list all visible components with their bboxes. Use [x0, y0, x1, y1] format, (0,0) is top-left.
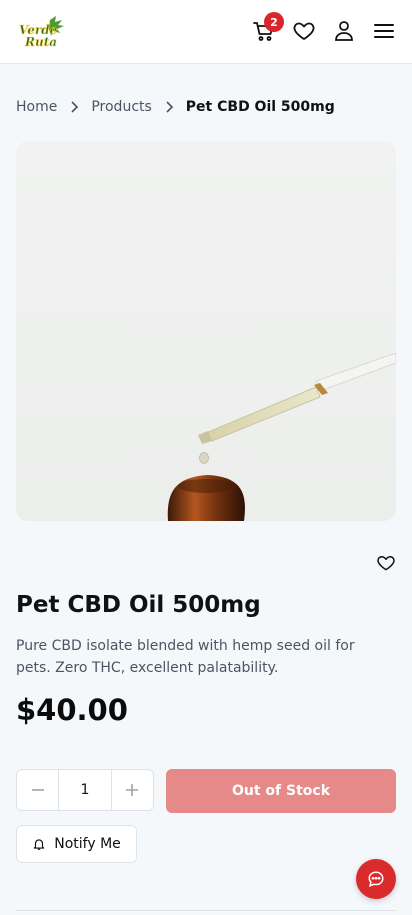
chat-button[interactable] [356, 859, 396, 899]
product-title: Pet CBD Oil 500mg [16, 592, 261, 618]
breadcrumb-products[interactable]: Products [91, 99, 151, 115]
site-header: Verde Ruta 2 [0, 0, 412, 64]
notify-me-label: Notify Me [54, 836, 121, 852]
menu-icon [374, 24, 394, 38]
quantity-value[interactable]: 1 [58, 770, 112, 810]
chevron-right-icon [164, 101, 174, 113]
notify-me-button[interactable]: Notify Me [16, 825, 137, 863]
section-divider [16, 910, 396, 911]
favorite-button[interactable] [375, 552, 397, 574]
quantity-stepper: 1 [16, 769, 154, 811]
heart-icon [377, 556, 395, 571]
product-price: $40.00 [16, 693, 128, 727]
breadcrumb-home[interactable]: Home [16, 99, 57, 115]
chat-icon [368, 871, 384, 887]
out-of-stock-button[interactable]: Out of Stock [166, 769, 396, 813]
product-description: Pure CBD isolate blended with hemp seed … [16, 638, 355, 676]
decrease-quantity-button[interactable] [17, 770, 58, 810]
increase-quantity-button[interactable] [112, 770, 153, 810]
account-button[interactable] [331, 18, 357, 44]
breadcrumb-current: Pet CBD Oil 500mg [185, 99, 335, 115]
heart-icon [293, 22, 315, 40]
chevron-right-icon [69, 101, 79, 113]
product-image[interactable] [16, 141, 396, 521]
wishlist-button[interactable] [291, 18, 317, 44]
bell-icon [33, 839, 45, 850]
breadcrumb: Home Products Pet CBD Oil 500mg [16, 97, 335, 117]
svg-text:Ruta: Ruta [24, 35, 57, 49]
minus-icon [31, 789, 44, 791]
brand-logo[interactable]: Verde Ruta [16, 14, 66, 50]
cart-count-badge: 2 [264, 12, 284, 32]
menu-button[interactable] [371, 18, 397, 44]
user-icon [335, 21, 353, 41]
plus-icon [126, 784, 139, 796]
